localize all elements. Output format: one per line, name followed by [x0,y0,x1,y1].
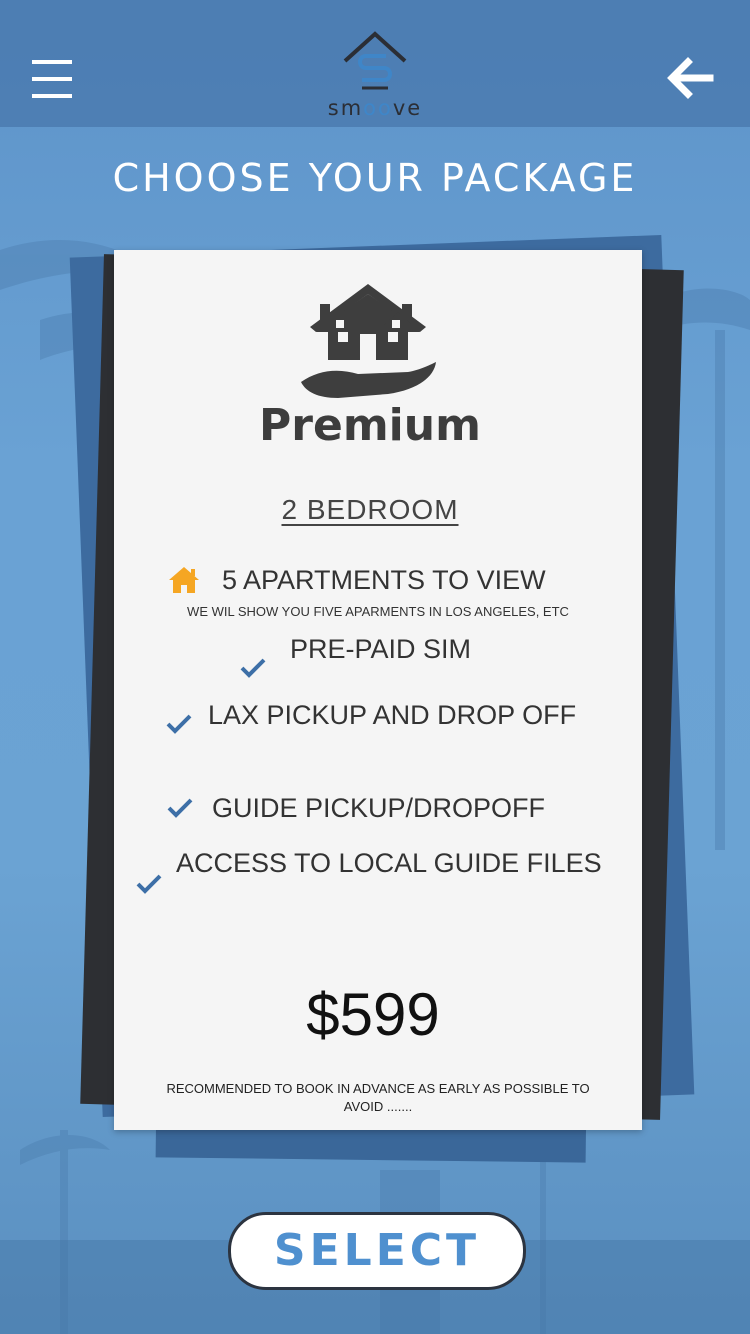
select-button[interactable]: SELECT [228,1212,526,1290]
arrow-left-icon[interactable] [664,56,714,100]
house-in-hand-icon [301,284,436,398]
home-icon [169,567,199,593]
smoove-logo: smoove [322,30,428,122]
feature-prepaid-sim: PRE-PAID SIM [290,634,472,664]
package-name: Premium [259,400,481,451]
check-icon [166,714,192,734]
check-icon [136,874,162,894]
package-price: $599 [306,981,440,1048]
feature-apartments-description: WE WIL SHOW YOU FIVE APARMENTS IN LOS AN… [187,604,569,619]
feature-guide-pickup: GUIDE PICKUP/DROPOFF [212,793,546,823]
bedroom-type: 2 BEDROOM [281,494,459,525]
page-title: CHOOSE YOUR PACKAGE [112,156,638,200]
logo-text: smoove [327,96,423,120]
check-icon [167,798,193,818]
feature-apartments: 5 APARTMENTS TO VIEW [222,565,546,595]
check-icon [240,658,266,678]
app-header: smoove [0,0,750,127]
hamburger-menu-icon[interactable] [32,60,74,102]
logo-house-icon [343,31,407,90]
booking-note: RECOMMENDED TO BOOK IN ADVANCE AS EARLY … [166,1081,590,1114]
feature-lax-pickup: LAX PICKUP AND DROP OFF [208,700,577,730]
feature-local-guide-files: ACCESS TO LOCAL GUIDE FILES [176,848,602,878]
package-card: Premium 2 BEDROOM 5 APARTMENTS TO VIEW W… [114,250,642,1130]
